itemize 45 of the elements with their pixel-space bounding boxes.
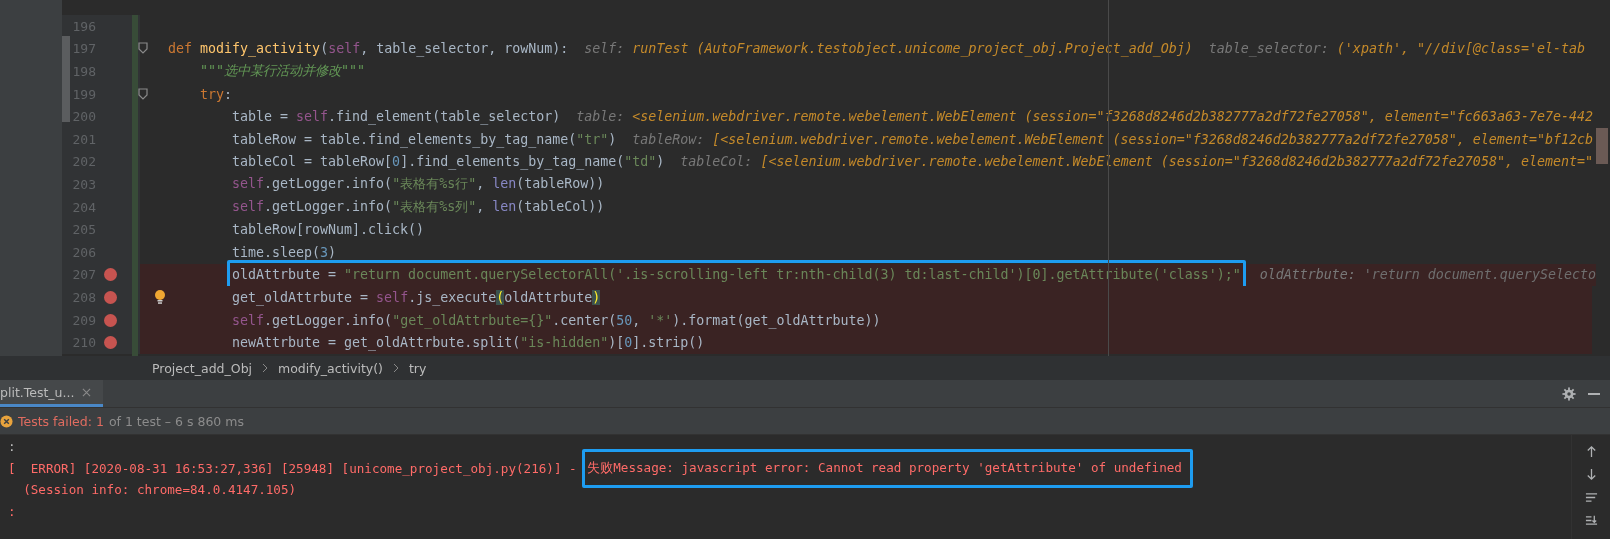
settings-icon[interactable] xyxy=(1562,386,1576,401)
breadcrumb-item[interactable]: modify_activity() xyxy=(278,360,383,376)
console-line: : xyxy=(8,439,16,455)
code-line: tableRow[rowNum].click() xyxy=(231,222,426,238)
scrollbar-thumb[interactable] xyxy=(62,36,70,122)
breadcrumb-item[interactable]: try xyxy=(408,360,427,376)
code-line: tableCol = tableRow[0].find_elements_by_tag_name("td") xyxy=(231,154,666,170)
lightbulb-icon[interactable] xyxy=(154,289,166,306)
code-line: try: xyxy=(199,86,234,102)
console-line: (Session info: chrome=84.0.4147.105) xyxy=(22,482,297,498)
inline-value-hint: tableCol: [<selenium.webdriver.remote.webelement.WebElement (session="f3268d8246d2b382777a2df72fe27058", element=" xyxy=(680,154,1593,170)
test-summary: of 1 test – 6 s 860 ms xyxy=(108,413,244,429)
code-line: time.sleep(3) xyxy=(231,244,338,260)
tests-failed-label: Tests failed: 1 xyxy=(18,413,104,429)
code-line: table = self.find_element(table_selector) xyxy=(231,109,562,125)
code-line: self.getLogger.info("表格有%s列", len(tableCol)) xyxy=(231,198,606,217)
code-line: def modify_activity(self, table_selector, rowNum): xyxy=(167,41,570,57)
breakpoint-icon[interactable] xyxy=(103,336,117,350)
fold-icon[interactable] xyxy=(138,42,148,55)
scroll-to-end-icon[interactable] xyxy=(1584,514,1598,527)
soft-wrap-icon[interactable] xyxy=(1584,491,1598,504)
inline-value-hint: tableRow: [<selenium.webdriver.remote.webelement.WebElement (session="f3268d8246d2b382777a2df72fe27058", element="bf12cb xyxy=(632,131,1593,147)
code-line: newAttrbute = get_oldAttrbute.split("is-hidden")[0].strip() xyxy=(231,335,706,351)
change-marker[interactable] xyxy=(132,15,138,356)
breakpoint-icon[interactable] xyxy=(103,268,117,282)
code-line: self.getLogger.info("表格有%s行", len(tableRow)) xyxy=(231,175,606,194)
error-message: 失败Message: javascript error: Cannot read property 'getAttribute' of undefined xyxy=(582,448,1193,488)
code-line: tableRow = table.find_elements_by_tag_name("tr") xyxy=(231,131,618,147)
run-tab[interactable]: plit.Test_u... xyxy=(0,380,104,407)
code-line: self.getLogger.info("get_oldAttrbute={}".center(50, '*').format(get_oldAttrbute)) xyxy=(231,312,882,328)
chevron-icon xyxy=(262,363,269,373)
breakpoint-icon[interactable] xyxy=(103,290,117,304)
code-line: get_oldAttrbute = self.js_execute(oldAttrbute) xyxy=(231,289,602,305)
code-line: """选中某行活动并修改""" xyxy=(199,62,367,81)
inline-value-hint: oldAttrbute: 'return document.querySelecto xyxy=(1259,267,1596,283)
breadcrumb-item[interactable]: Project_add_Obj xyxy=(152,360,253,376)
inline-value-hint: table: <selenium.webdriver.remote.webelement.WebElement (session="f3268d8246d2b382777a2df72fe27058", element="fc663a63-7e7e-442 xyxy=(576,109,1593,125)
close-icon[interactable] xyxy=(82,387,92,397)
console-line: : xyxy=(8,503,16,519)
chevron-icon xyxy=(392,363,399,373)
breakpoint-icon[interactable] xyxy=(103,313,117,327)
inline-value-hint: self: runTest (AutoFramework.testobject.unicome_project_obj.Project_add_Obj) table_selector: ('xpath', "//div[@class='el-tab xyxy=(584,41,1586,57)
minimize-icon[interactable] xyxy=(1588,392,1600,395)
fold-icon[interactable] xyxy=(138,87,148,100)
console-line: [ ERROR] [2020-08-31 16:53:27,336] [25948] [unicome_project_obj.py(216)] - xyxy=(8,460,578,476)
